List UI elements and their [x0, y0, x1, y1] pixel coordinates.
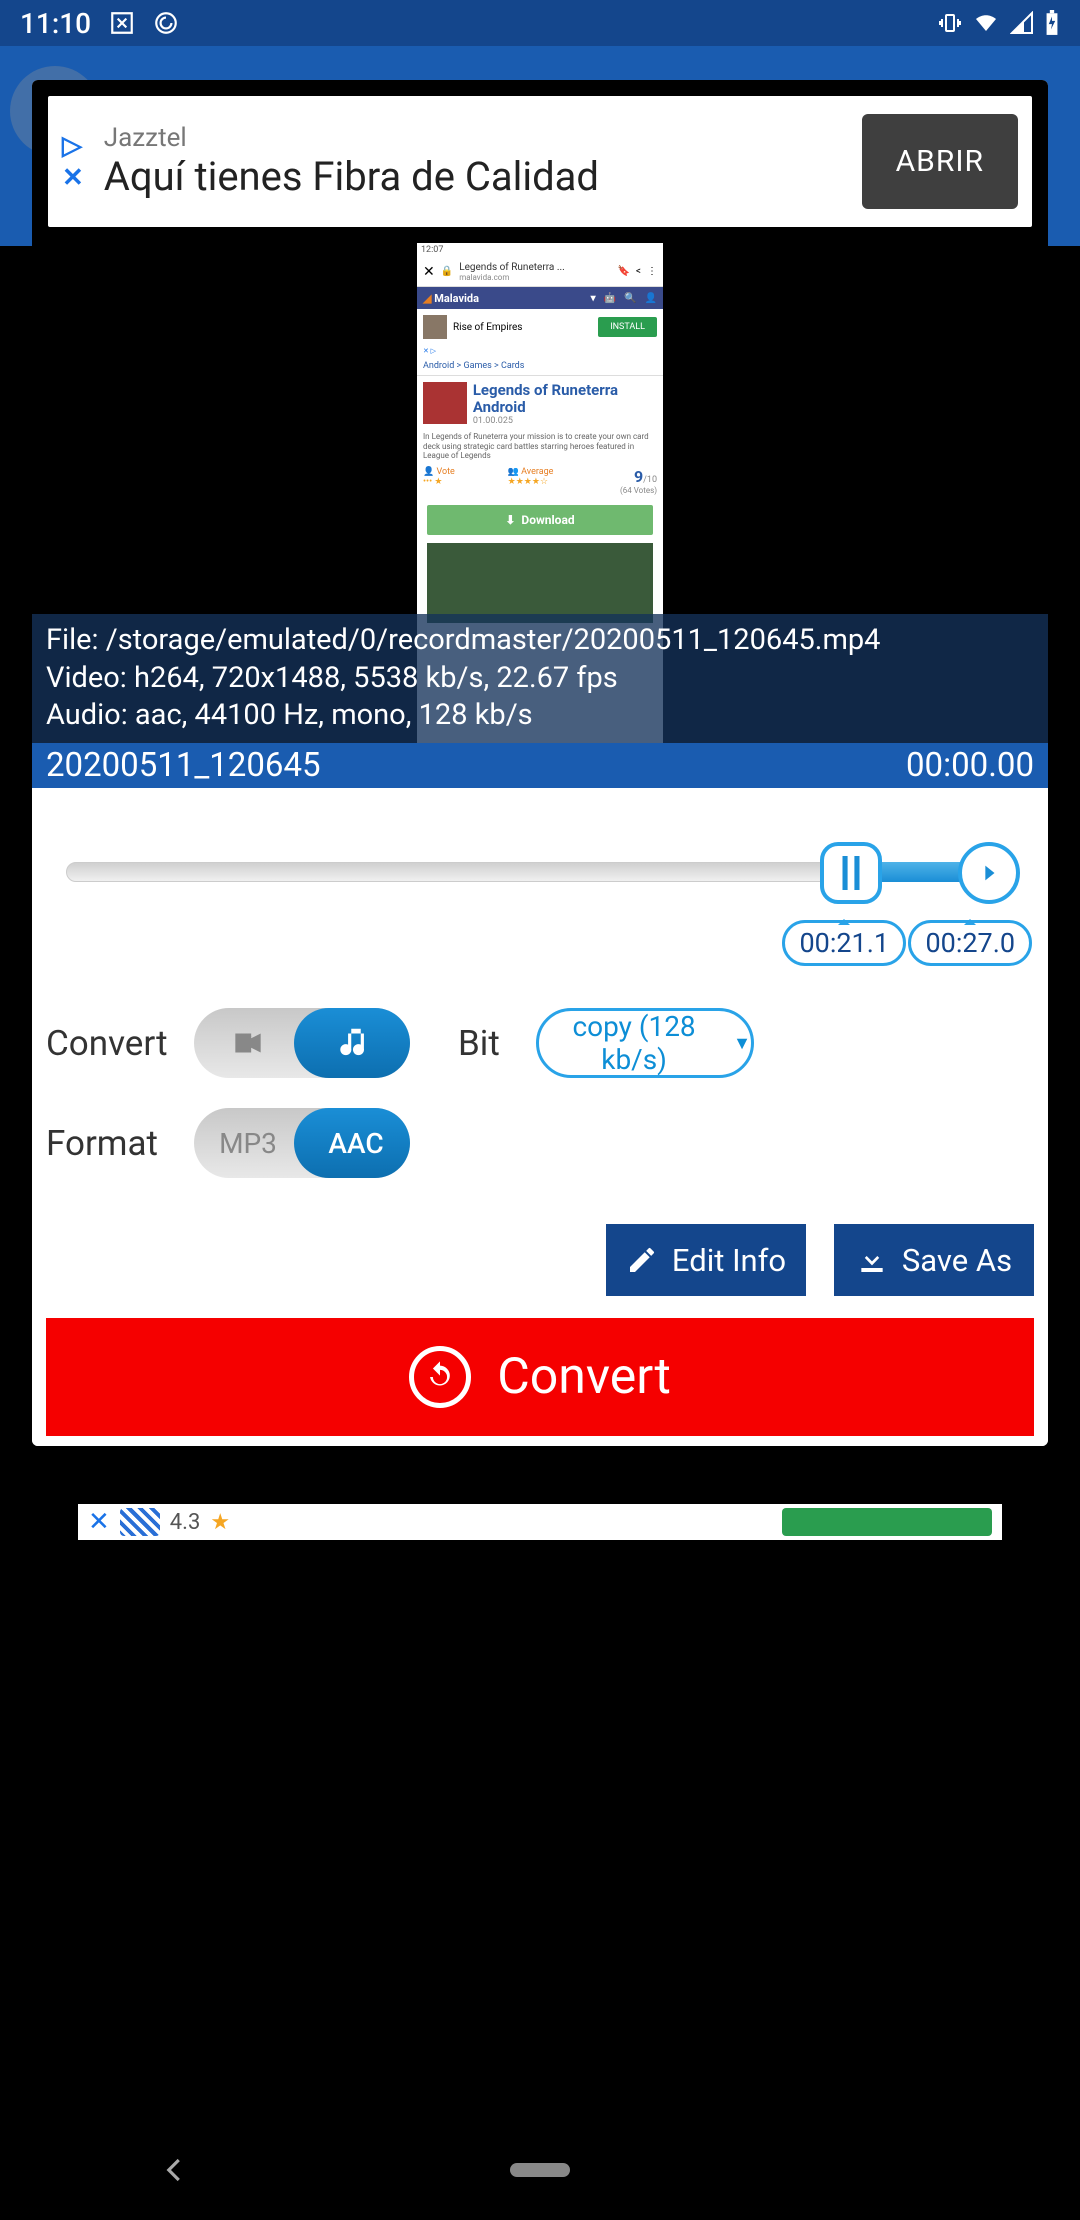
close-icon[interactable]: ✕ — [88, 1507, 110, 1537]
convert-label: Convert — [46, 1023, 176, 1064]
pencil-icon — [626, 1244, 658, 1276]
video-preview[interactable]: 12:07 ✕🔒Legends of Runeterra ...malavida… — [32, 243, 1048, 743]
status-time: 11:10 — [20, 7, 91, 40]
status-icon — [153, 10, 179, 36]
file-duration: 00:00.00 — [906, 746, 1034, 785]
refresh-icon — [409, 1346, 471, 1408]
home-button[interactable] — [510, 2163, 570, 2177]
file-title-bar: 20200511_120645 00:00.00 — [32, 743, 1048, 788]
trim-slider[interactable]: 00:21.1 00:27.0 — [66, 828, 1014, 978]
android-nav-bar — [0, 2120, 1080, 2220]
ad-brand: Jazztel — [104, 123, 862, 153]
convert-button[interactable]: Convert — [46, 1318, 1034, 1436]
music-icon — [302, 1024, 410, 1062]
audio-info-text: Audio: aac, 44100 Hz, mono, 128 kb/s — [46, 697, 1034, 735]
file-path-text: File: /storage/emulated/0/recordmaster/2… — [46, 622, 1034, 660]
convert-dialog: ▷ ✕ Jazztel Aquí tienes Fibra de Calidad… — [32, 80, 1048, 1446]
format-toggle[interactable]: MP3 AAC — [194, 1108, 410, 1178]
background-ad-strip: ✕ 4.3 ★ — [78, 1504, 1002, 1540]
battery-icon — [1044, 10, 1060, 36]
status-bar: 11:10 — [0, 0, 1080, 46]
download-icon — [856, 1244, 888, 1276]
trim-end-handle[interactable] — [958, 842, 1020, 904]
video-icon — [194, 1024, 302, 1062]
ad-container: ▷ ✕ Jazztel Aquí tienes Fibra de Calidad… — [32, 80, 1048, 243]
trim-start-handle[interactable] — [820, 842, 882, 904]
trim-start-time: 00:21.1 — [782, 920, 906, 966]
trim-end-time: 00:27.0 — [908, 920, 1032, 966]
format-aac: AAC — [302, 1127, 410, 1160]
file-info-overlay: File: /storage/emulated/0/recordmaster/2… — [32, 614, 1048, 743]
ad-open-button[interactable]: ABRIR — [862, 114, 1018, 209]
video-info-text: Video: h264, 720x1488, 5538 kb/s, 22.67 … — [46, 660, 1034, 698]
ad-marker-icon: ▷ ✕ — [62, 133, 84, 191]
back-button[interactable] — [160, 2155, 190, 2185]
app-icon — [120, 1508, 160, 1536]
status-icon — [109, 10, 135, 36]
vibrate-icon — [938, 11, 962, 35]
install-button-bg[interactable] — [782, 1508, 992, 1536]
dropdown-icon: ▼ — [733, 1033, 751, 1054]
ad-banner[interactable]: ▷ ✕ Jazztel Aquí tienes Fibra de Calidad… — [48, 96, 1032, 227]
convert-type-toggle[interactable] — [194, 1008, 410, 1078]
wifi-icon — [972, 11, 1000, 35]
ad-headline: Aquí tienes Fibra de Calidad — [104, 153, 862, 200]
signal-icon — [1010, 11, 1034, 35]
star-icon: ★ — [210, 1510, 230, 1535]
edit-info-button[interactable]: Edit Info — [606, 1224, 806, 1296]
bit-label: Bit — [458, 1023, 518, 1064]
format-label: Format — [46, 1123, 176, 1164]
save-as-button[interactable]: Save As — [834, 1224, 1034, 1296]
format-mp3: MP3 — [194, 1127, 302, 1160]
file-name: 20200511_120645 — [46, 746, 321, 785]
bitrate-button[interactable]: copy (128 kb/s)▼ — [536, 1008, 754, 1078]
